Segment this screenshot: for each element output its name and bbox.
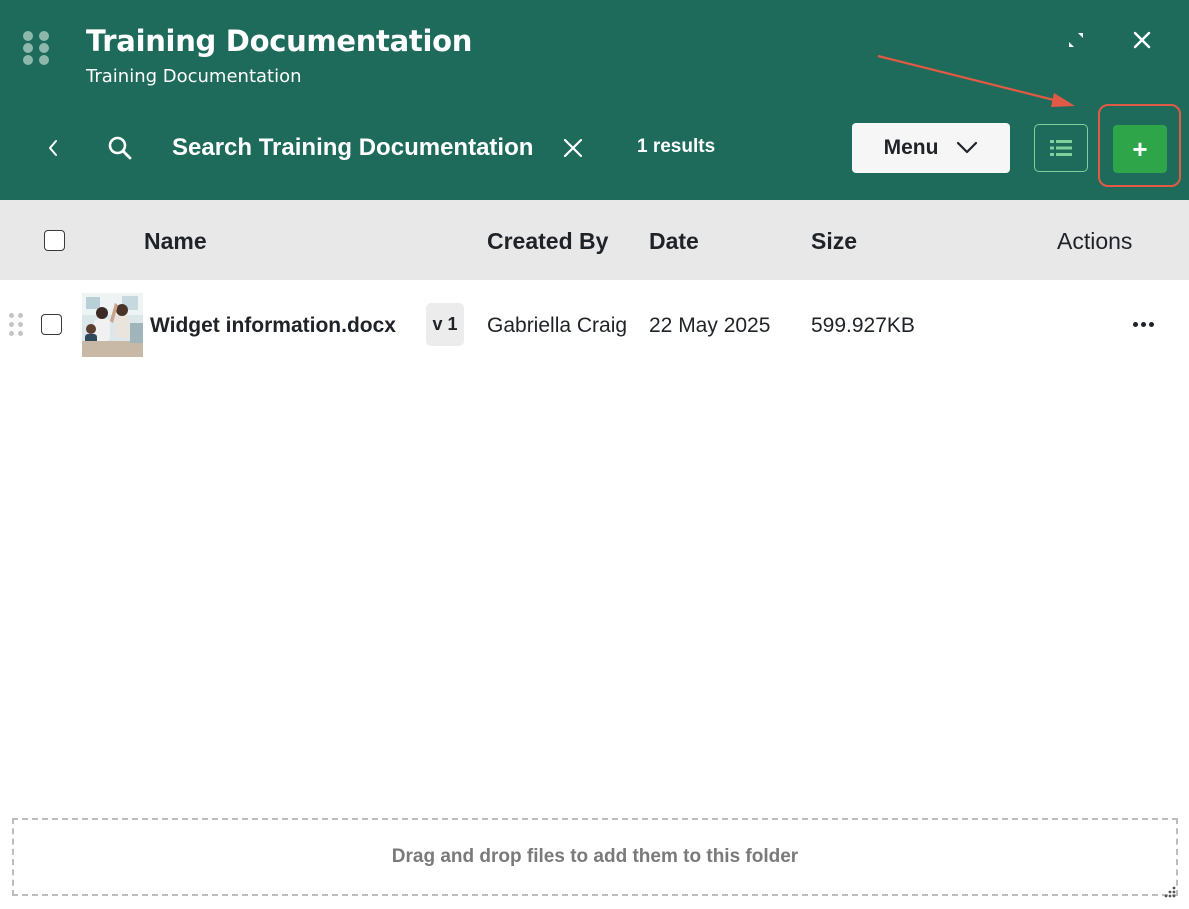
expand-icon: [1069, 33, 1083, 47]
page-subtitle: Training Documentation: [86, 66, 302, 87]
chevron-left-icon: [49, 140, 57, 156]
file-name-link[interactable]: Widget information.docx: [150, 314, 396, 338]
clear-search-button[interactable]: [559, 134, 587, 162]
created-by-cell: Gabriella Craig: [487, 314, 628, 337]
column-header-size[interactable]: Size: [811, 228, 857, 255]
row-drag-handle-icon[interactable]: [9, 313, 25, 337]
search-icon: [108, 136, 132, 160]
column-header-created-by[interactable]: Created By: [487, 228, 608, 255]
column-header-actions: Actions: [1057, 228, 1133, 254]
page-title: Training Documentation: [86, 24, 473, 58]
drag-handle-icon[interactable]: [23, 31, 51, 75]
close-icon: [1133, 31, 1151, 49]
expand-button[interactable]: [1062, 26, 1090, 54]
chevron-down-icon: [957, 141, 978, 154]
app-header: Training Documentation Training Document…: [0, 0, 1189, 200]
close-icon: [563, 138, 583, 158]
file-dropzone[interactable]: Drag and drop files to add them to this …: [12, 818, 1178, 896]
close-window-button[interactable]: [1128, 26, 1156, 54]
select-all-checkbox[interactable]: [44, 230, 65, 251]
list-icon: [1050, 140, 1072, 156]
resize-handle-icon[interactable]: [1158, 884, 1178, 904]
size-cell: 599.927KB: [811, 314, 915, 337]
version-badge[interactable]: v 1: [426, 303, 464, 346]
date-cell: 22 May 2025: [649, 314, 771, 337]
back-button[interactable]: [40, 134, 66, 162]
column-header-name[interactable]: Name: [144, 228, 207, 255]
search-toolbar: 1 results Menu +: [0, 104, 1189, 187]
table-row[interactable]: Widget information.docx v 1 Gabriella Cr…: [0, 292, 1189, 358]
search-input[interactable]: [160, 128, 550, 168]
more-actions-icon[interactable]: [1128, 312, 1158, 336]
menu-dropdown-button[interactable]: Menu: [852, 123, 1010, 173]
table-header: Name Created By Date Size Actions: [0, 200, 1189, 280]
column-header-date[interactable]: Date: [649, 228, 699, 255]
row-checkbox[interactable]: [41, 314, 62, 335]
add-button[interactable]: +: [1113, 125, 1167, 173]
results-count: 1 results: [637, 136, 716, 157]
dropzone-label: Drag and drop files to add them to this …: [391, 846, 799, 867]
menu-label: Menu: [883, 136, 939, 159]
list-view-button[interactable]: [1034, 124, 1088, 172]
file-thumbnail: [82, 293, 143, 357]
